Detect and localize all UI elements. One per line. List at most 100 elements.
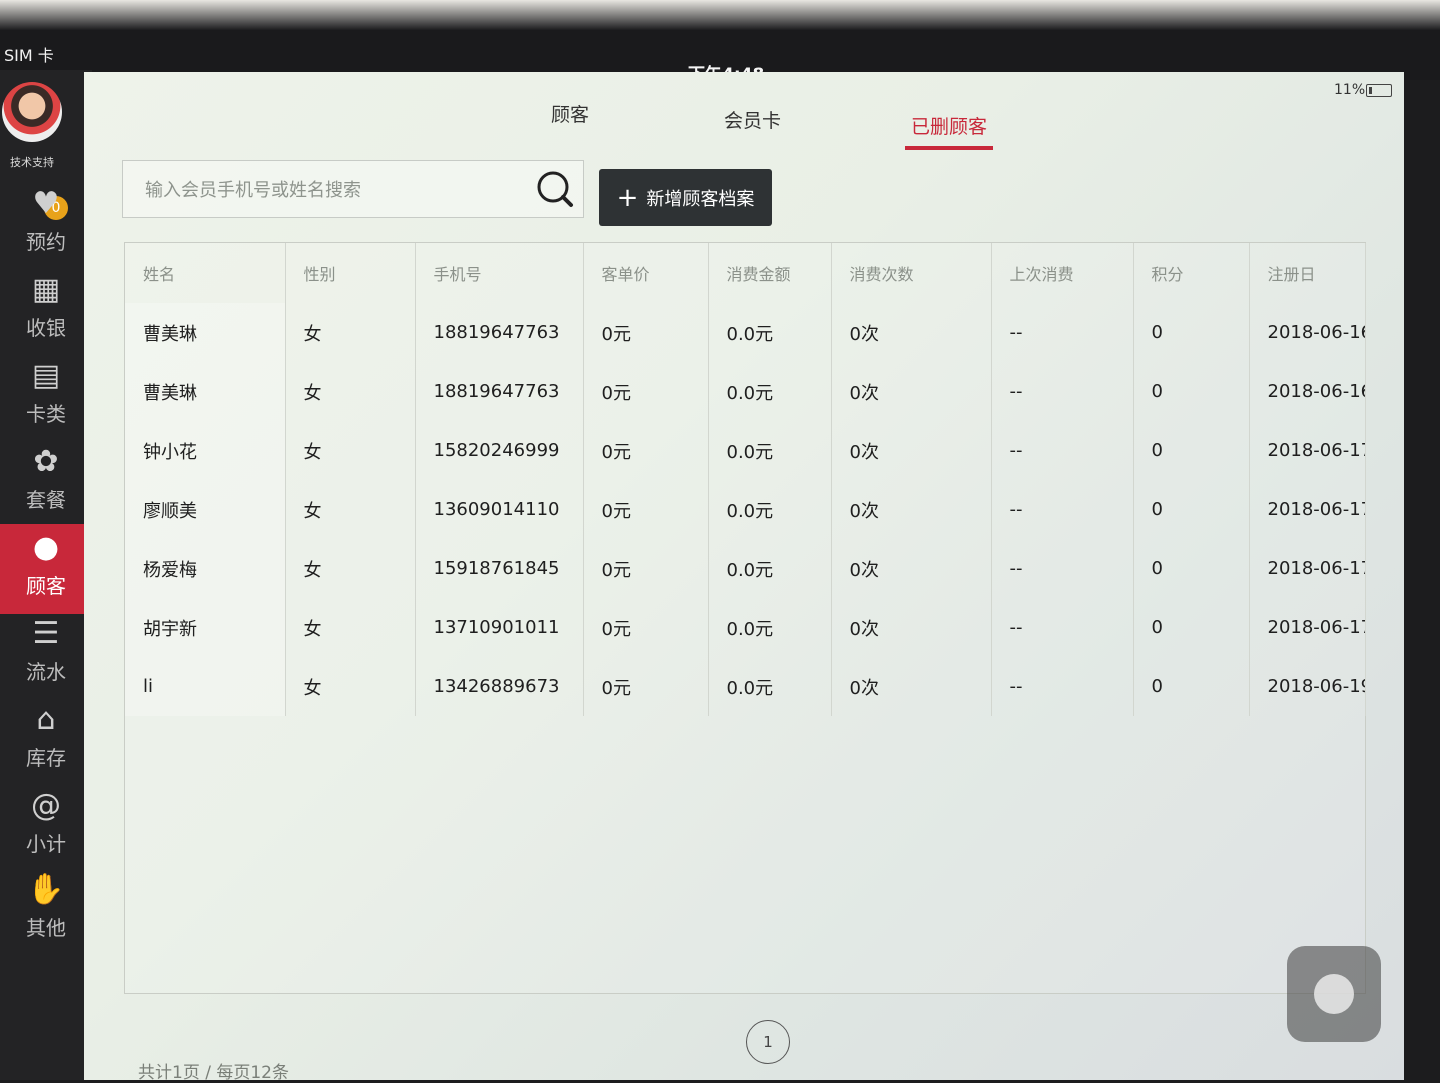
table-row[interactable]: 廖顺美女 13609014110 0元 0.0元 0次 -- 0 2018-06-17: [125, 480, 1366, 539]
cell-avg-spend: 0元: [583, 598, 709, 657]
support-label: 技术支持: [10, 156, 54, 169]
cell-visit-count: 0次: [831, 480, 992, 539]
sidebar-item-label: 小计: [26, 832, 66, 856]
cell-gender: 女: [285, 303, 416, 362]
search-icon[interactable]: [535, 169, 575, 209]
cell-points: 0: [1133, 362, 1250, 421]
cell-register-date: 2018-06-16: [1249, 362, 1366, 421]
cell-total-spend: 0.0元: [708, 539, 832, 598]
card-icon: ▤: [31, 358, 61, 393]
grid-icon: ▦: [31, 272, 61, 307]
cell-visit-count: 0次: [831, 598, 992, 657]
cell-points: 0: [1133, 303, 1250, 362]
table-row[interactable]: 曹美琳女 18819647763 0元 0.0元 0次 -- 0 2018-06-16: [125, 303, 1366, 362]
cell-points: 0: [1133, 480, 1250, 539]
search-input[interactable]: [143, 175, 527, 205]
cell-visit-count: 0次: [831, 539, 992, 598]
cell-gender: 女: [285, 539, 416, 598]
sidebar-item-subtotal[interactable]: @ 小计: [0, 788, 92, 868]
cell-avg-spend: 0元: [583, 657, 709, 716]
cell-gender: 女: [285, 362, 416, 421]
cell-last-visit: --: [991, 657, 1134, 716]
cell-last-visit: --: [991, 480, 1134, 539]
sidebar-item-label: 套餐: [26, 488, 66, 512]
table-header-row: 姓名 性别 手机号 客单价 消费金额 消费次数 上次消费 积分 注册日: [125, 243, 1366, 303]
sidebar-item-cards[interactable]: ▤ 卡类: [0, 358, 92, 438]
cell-phone: 18819647763: [415, 362, 584, 421]
col-register-date: 注册日: [1249, 243, 1366, 303]
sidebar-item-label: 其他: [26, 916, 66, 940]
cell-gender: 女: [285, 598, 416, 657]
cell-avg-spend: 0元: [583, 303, 709, 362]
col-phone: 手机号: [415, 243, 584, 303]
add-customer-button[interactable]: + 新增顾客档案: [599, 169, 772, 226]
flower-icon: ✿: [33, 444, 59, 479]
col-name: 姓名: [125, 243, 286, 303]
tab-member-cards[interactable]: 会员卡: [724, 106, 781, 133]
cell-gender: 女: [285, 657, 416, 716]
cell-phone: 13609014110: [415, 480, 584, 539]
house-icon: ⌂: [36, 702, 56, 737]
tab-deleted-customers[interactable]: 已删顾客: [911, 112, 987, 139]
cell-register-date: 2018-06-19: [1249, 657, 1366, 716]
cell-last-visit: --: [991, 362, 1134, 421]
table-row[interactable]: 钟小花女 15820246999 0元 0.0元 0次 -- 0 2018-06-17: [125, 421, 1366, 480]
cell-total-spend: 0.0元: [708, 421, 832, 480]
table-row[interactable]: 胡宇新女 13710901011 0元 0.0元 0次 -- 0 2018-06-17: [125, 598, 1366, 657]
cell-name: 胡宇新: [125, 598, 286, 657]
cell-register-date: 2018-06-17: [1249, 539, 1366, 598]
cell-name: li: [125, 657, 286, 716]
cell-last-visit: --: [991, 539, 1134, 598]
tab-customers[interactable]: 顾客: [551, 100, 589, 127]
search-box: [122, 160, 584, 218]
cell-total-spend: 0.0元: [708, 657, 832, 716]
sidebar-item-transactions[interactable]: ☰ 流水: [0, 616, 92, 696]
sidebar-item-packages[interactable]: ✿ 套餐: [0, 444, 92, 524]
cell-visit-count: 0次: [831, 303, 992, 362]
list-icon: ☰: [32, 616, 60, 651]
cell-register-date: 2018-06-17: [1249, 480, 1366, 539]
sidebar-item-label: 卡类: [26, 402, 66, 426]
table-row[interactable]: 杨爱梅女 15918761845 0元 0.0元 0次 -- 0 2018-06-17: [125, 539, 1366, 598]
sidebar-item-other[interactable]: ✋ 其他: [0, 872, 92, 952]
cell-points: 0: [1133, 421, 1250, 480]
person-icon: ●: [32, 530, 60, 565]
cell-name: 廖顺美: [125, 480, 286, 539]
status-bar: SIM 卡 下午4:48: [0, 0, 1440, 85]
cell-total-spend: 0.0元: [708, 598, 832, 657]
cell-phone: 15918761845: [415, 539, 584, 598]
pagination-summary: 共计1页 / 每页12条: [138, 1063, 289, 1083]
cell-last-visit: --: [991, 598, 1134, 657]
cell-register-date: 2018-06-17: [1249, 421, 1366, 480]
cell-phone: 13710901011: [415, 598, 584, 657]
assistive-touch-button[interactable]: [1287, 946, 1381, 1042]
table-row[interactable]: 曹美琳女 18819647763 0元 0.0元 0次 -- 0 2018-06-16: [125, 362, 1366, 421]
sidebar-item-customers[interactable]: ● 顾客: [0, 524, 92, 614]
page-1-button[interactable]: 1: [746, 1020, 790, 1064]
cell-total-spend: 0.0元: [708, 480, 832, 539]
carrier-label: SIM 卡: [4, 46, 54, 65]
table-body: 曹美琳女 18819647763 0元 0.0元 0次 -- 0 2018-06-16 曹美琳女…: [125, 303, 1366, 716]
sidebar-item-cashier[interactable]: ▦ 收银: [0, 272, 92, 352]
sidebar-item-label: 流水: [26, 660, 66, 684]
tab-bar: 顾客 会员卡 已删顾客: [84, 72, 1404, 162]
cell-phone: 15820246999: [415, 421, 584, 480]
col-points: 积分: [1133, 243, 1250, 303]
customer-table: 姓名 性别 手机号 客单价 消费金额 消费次数 上次消费 积分 注册日 曹美琳女…: [124, 242, 1366, 994]
cell-name: 曹美琳: [125, 362, 286, 421]
cell-name: 曹美琳: [125, 303, 286, 362]
hand-icon: ✋: [27, 872, 65, 907]
cell-avg-spend: 0元: [583, 480, 709, 539]
sidebar-item-inventory[interactable]: ⌂ 库存: [0, 702, 92, 782]
plus-icon: +: [616, 182, 639, 213]
cell-gender: 女: [285, 421, 416, 480]
support-avatar[interactable]: [2, 82, 62, 142]
active-tab-indicator: [905, 146, 993, 150]
cell-avg-spend: 0元: [583, 362, 709, 421]
cell-gender: 女: [285, 480, 416, 539]
sidebar-item-label: 库存: [26, 746, 66, 770]
sidebar-item-reservation[interactable]: ♥ 预约: [0, 186, 92, 266]
sidebar-item-label: 顾客: [26, 574, 66, 598]
table-row[interactable]: li 女 13426889673 0元 0.0元 0次 -- 0 2018-06-19: [125, 657, 1366, 716]
cell-visit-count: 0次: [831, 421, 992, 480]
